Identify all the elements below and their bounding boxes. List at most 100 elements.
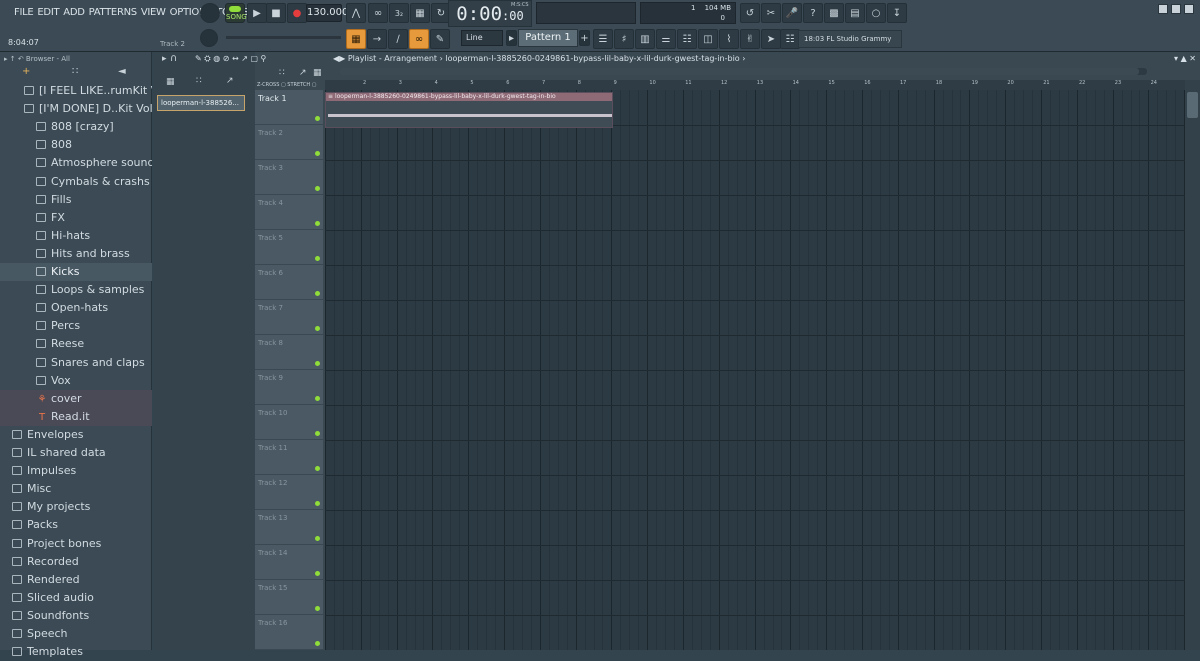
song-mode-toggle[interactable]: SONG — [225, 3, 247, 23]
track-enable-led[interactable] — [315, 396, 320, 401]
browser-item[interactable]: T Read.it — [0, 407, 152, 426]
playlist-arrow-icon[interactable]: ◀▶ — [333, 54, 348, 63]
menu-edit[interactable]: EDIT — [35, 4, 61, 22]
menu-file[interactable]: FILE — [12, 4, 35, 22]
pattern-add-icon[interactable]: + — [579, 30, 590, 46]
track-enable-led[interactable] — [315, 606, 320, 611]
piano-roll-window-icon[interactable]: ♯ — [614, 29, 634, 49]
piano-roll-icon[interactable]: ▦ — [346, 29, 366, 49]
browser-item[interactable]: Speech — [0, 625, 152, 643]
browser-item[interactable]: Percs — [0, 317, 152, 335]
download-icon[interactable]: ↧ — [887, 3, 907, 23]
arrangement-grid[interactable] — [325, 90, 1185, 650]
playlist-pattern-icon[interactable]: ▦ — [313, 68, 322, 78]
track-header[interactable]: Track 3 — [255, 160, 323, 195]
arrow-icon[interactable]: → — [367, 29, 387, 49]
browser-item[interactable]: Reese — [0, 335, 152, 353]
track-enable-led[interactable] — [315, 466, 320, 471]
picker-arrow-icon[interactable]: ▸ — [162, 54, 167, 64]
track-enable-led[interactable] — [315, 256, 320, 261]
touch-keyboard-icon[interactable]: ✌ — [740, 29, 760, 49]
track-header[interactable]: Track 1 — [255, 90, 323, 125]
track-enable-led[interactable] — [315, 186, 320, 191]
track-enable-led[interactable] — [315, 501, 320, 506]
project-icon[interactable]: ◫ — [698, 29, 718, 49]
browser-item[interactable]: Sliced audio — [0, 589, 152, 607]
browser-speaker-icon[interactable]: ◄ — [118, 66, 126, 77]
track-enable-led[interactable] — [315, 291, 320, 296]
track-header[interactable]: Track 2 — [255, 125, 323, 160]
master-volume-knob[interactable] — [200, 3, 220, 23]
browser-nav-icons[interactable]: ▸ ↑ ↶ — [4, 55, 26, 63]
browser-item[interactable]: Impulses — [0, 462, 152, 480]
track-header[interactable]: Track 8 — [255, 335, 323, 370]
paint-icon[interactable]: ∕ — [388, 29, 408, 49]
track-enable-led[interactable] — [315, 326, 320, 331]
track-header[interactable]: Track 10 — [255, 405, 323, 440]
plugin-picker-icon[interactable]: ⌇ — [719, 29, 739, 49]
track-enable-led[interactable] — [315, 536, 320, 541]
link-icon[interactable]: ∞ — [409, 29, 429, 49]
track-enable-led[interactable] — [315, 116, 320, 121]
track-header[interactable]: Track 12 — [255, 475, 323, 510]
undo-icon[interactable]: ↺ — [740, 3, 760, 23]
browser-item[interactable]: Envelopes — [0, 426, 152, 444]
browser-item[interactable]: IL shared data — [0, 444, 152, 462]
track-enable-led[interactable] — [315, 431, 320, 436]
browser-waveform-icon[interactable]: ∷ — [72, 66, 78, 77]
browser-plus-icon[interactable]: + — [22, 66, 30, 77]
track-enable-led[interactable] — [315, 151, 320, 156]
browser-item[interactable]: Recorded — [0, 553, 152, 571]
pattern-selector[interactable]: Pattern 1 — [518, 29, 578, 47]
bird-icon[interactable]: ➤ — [761, 29, 781, 49]
browser-tree-icon[interactable]: ☷ — [677, 29, 697, 49]
master-pitch-slider[interactable] — [226, 36, 341, 39]
tempo-display[interactable]: 130.000 — [306, 4, 348, 22]
menu-add[interactable]: ADD — [61, 4, 86, 22]
countdown-icon[interactable]: 3₂ — [389, 3, 409, 23]
picker-clip-item[interactable]: looperman-l-388526... — [157, 95, 245, 111]
browser-item[interactable]: Loops & samples — [0, 281, 152, 299]
play-button[interactable]: ▶ — [247, 3, 267, 23]
browser-item[interactable]: [I FEEL LIKE..rumKit Vol.1 — [0, 82, 152, 100]
browser-item[interactable]: Vox — [0, 372, 152, 390]
playlist-icon[interactable]: ☰ — [593, 29, 613, 49]
browser-item[interactable]: FX — [0, 209, 152, 227]
stop-button[interactable]: ■ — [266, 3, 286, 23]
horizontal-scrollbar[interactable] — [339, 68, 1147, 75]
browser-item[interactable]: Fills — [0, 191, 152, 209]
browser-item[interactable]: Packs — [0, 516, 152, 534]
browser-item[interactable]: Hits and brass — [0, 245, 152, 263]
menu-patterns[interactable]: PATTERNS — [87, 4, 139, 22]
plugin-icon[interactable]: ▤ — [845, 3, 865, 23]
maximize-icon[interactable] — [1171, 4, 1181, 14]
wait-input-icon[interactable]: ∞ — [368, 3, 388, 23]
save-icon[interactable]: ▩ — [824, 3, 844, 23]
track-header[interactable]: Track 4 — [255, 195, 323, 230]
track-header[interactable]: Track 14 — [255, 545, 323, 580]
browser-item[interactable]: Kicks — [0, 263, 152, 281]
mixer-icon[interactable]: ⚌ — [656, 29, 676, 49]
timeline-ruler[interactable]: 2 3 4 5 6 7 8 9 10 11 12 13 14 15 16 17 18 19 20 21 22 23 24 — [325, 80, 1185, 90]
vertical-scrollbar[interactable] — [1185, 80, 1200, 650]
track-header[interactable]: Track 9 — [255, 370, 323, 405]
track-header[interactable]: Track 15 — [255, 580, 323, 615]
browser-item[interactable]: 808 — [0, 136, 152, 154]
cut-icon[interactable]: ✂ — [761, 3, 781, 23]
close-icon[interactable] — [1184, 4, 1194, 14]
browser-item[interactable]: Templates — [0, 643, 152, 661]
browser-item[interactable]: Soundfonts — [0, 607, 152, 625]
browser-item[interactable]: Snares and claps — [0, 354, 152, 372]
metronome-icon[interactable]: ⋀ — [346, 3, 366, 23]
menu-view[interactable]: VIEW — [139, 4, 168, 22]
browser-item[interactable]: Hi-hats — [0, 227, 152, 245]
browser-item[interactable]: Cymbals & crashs — [0, 173, 152, 191]
shop-cart-icon[interactable]: ☷ — [780, 29, 800, 49]
picker-pattern-icon[interactable]: ▦ — [166, 77, 175, 87]
microphone-icon[interactable]: 🎤 — [782, 3, 802, 23]
browser-item[interactable]: Project bones — [0, 535, 152, 553]
snap-selector[interactable]: Line — [461, 30, 503, 46]
track-header[interactable]: Track 5 — [255, 230, 323, 265]
audio-clip-title[interactable]: ≡ looperman-l-3885260-0249861-bypass-lil… — [326, 93, 612, 101]
track-header[interactable]: Track 16 — [255, 615, 323, 650]
